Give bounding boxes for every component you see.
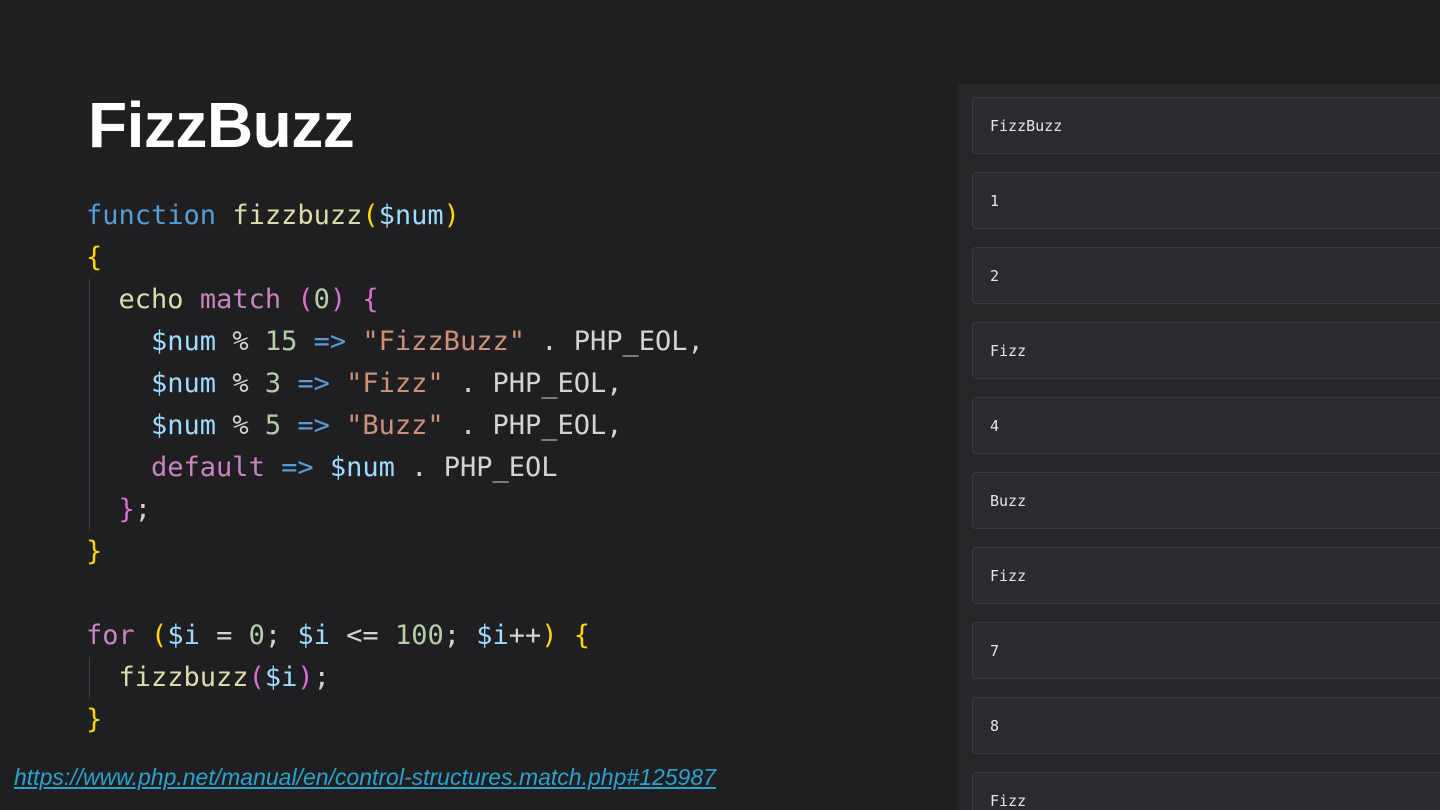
code-line-1: function fizzbuzz($num) [86, 200, 460, 231]
output-row: 1 [972, 172, 1440, 229]
slide-title: FizzBuzz [88, 89, 355, 161]
output-row: 2 [972, 247, 1440, 304]
output-panel: FizzBuzz 1 2 Fizz 4 Buzz Fizz 7 8 Fizz [958, 84, 1440, 810]
code-line-11: for ($i = 0; $i <= 100; $i++) { [86, 620, 591, 651]
token-echo: echo [118, 284, 184, 315]
output-row: 8 [972, 697, 1440, 754]
code-line-9: } [86, 536, 103, 567]
token-match: match [199, 284, 282, 315]
output-row: Fizz [972, 772, 1440, 810]
output-row: 4 [972, 397, 1440, 454]
code-line-4: $num % 15 => "FizzBuzz" . PHP_EOL, [151, 326, 704, 357]
token-default: default [151, 452, 265, 483]
token-string: "FizzBuzz" [362, 326, 525, 357]
token-for: for [86, 620, 135, 651]
output-row: Buzz [972, 472, 1440, 529]
code-line-3: echo match (0) { [118, 284, 379, 315]
token-variable: $num [378, 200, 444, 231]
token-number: 0 [313, 284, 330, 315]
output-row: Fizz [972, 547, 1440, 604]
code-line-12: fizzbuzz($i); [118, 662, 330, 693]
code-line-2: { [86, 242, 103, 273]
token-function-name: fizzbuzz [232, 200, 363, 231]
code-line-7: default => $num . PHP_EOL [151, 452, 558, 483]
output-row: 7 [972, 622, 1440, 679]
code-line-6: $num % 5 => "Buzz" . PHP_EOL, [151, 410, 623, 441]
token-keyword: function [86, 200, 217, 231]
code-line-8: }; [118, 494, 152, 525]
reference-link[interactable]: https://www.php.net/manual/en/control-st… [14, 764, 716, 791]
code-line-5: $num % 3 => "Fizz" . PHP_EOL, [151, 368, 623, 399]
code-line-13: } [86, 704, 103, 735]
output-row: Fizz [972, 322, 1440, 379]
code-block: function fizzbuzz($num) { echo match (0)… [86, 195, 704, 741]
output-row: FizzBuzz [972, 97, 1440, 154]
